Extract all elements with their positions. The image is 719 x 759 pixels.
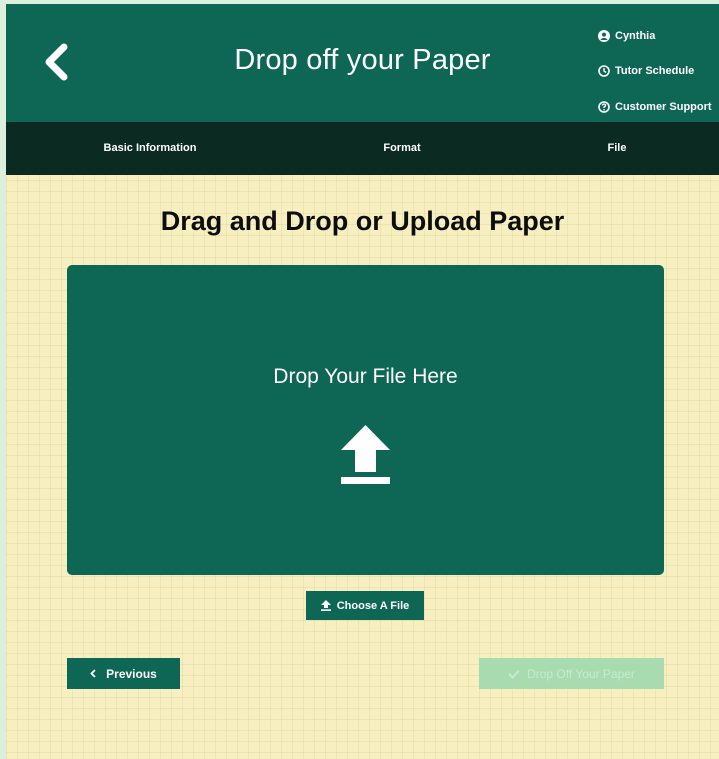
upload-small-icon (320, 600, 331, 611)
user-menu: Cynthia Tutor Schedule Customer Support (598, 18, 719, 125)
page-header: Drop off your Paper Cynthia Tutor Schedu… (6, 4, 719, 122)
section-title: Drag and Drop or Upload Paper (160, 206, 565, 236)
upload-icon (341, 425, 390, 484)
app-frame: Drop off your Paper Cynthia Tutor Schedu… (6, 4, 719, 759)
tutor-schedule-label: Tutor Schedule (615, 65, 695, 78)
file-dropzone[interactable]: Drop Your File Here (67, 265, 664, 575)
previous-label: Previous (106, 666, 157, 681)
user-name: Cynthia (615, 29, 656, 42)
choose-file-label: Choose A File (336, 599, 410, 612)
check-icon (508, 669, 520, 679)
choose-file-button[interactable]: Choose A File (306, 591, 424, 620)
step-tabs: Basic Information Format File (6, 122, 719, 175)
clock-icon (598, 65, 610, 78)
customer-support-link[interactable]: Customer Support (598, 89, 719, 125)
user-circle-icon (598, 29, 610, 42)
chevron-left-small-icon (90, 669, 96, 678)
question-circle-icon (598, 100, 610, 113)
dropzone-label: Drop Your File Here (273, 365, 458, 388)
drop-off-paper-label: Drop Off Your Paper (527, 666, 635, 681)
drop-off-paper-button[interactable]: Drop Off Your Paper (479, 658, 664, 689)
tab-basic-information[interactable]: Basic Information (104, 122, 197, 175)
tab-file[interactable]: File (608, 122, 627, 175)
tab-format[interactable]: Format (383, 122, 420, 175)
previous-button[interactable]: Previous (67, 658, 180, 689)
customer-support-label: Customer Support (615, 100, 712, 113)
user-profile-link[interactable]: Cynthia (598, 18, 719, 54)
tutor-schedule-link[interactable]: Tutor Schedule (598, 54, 719, 90)
